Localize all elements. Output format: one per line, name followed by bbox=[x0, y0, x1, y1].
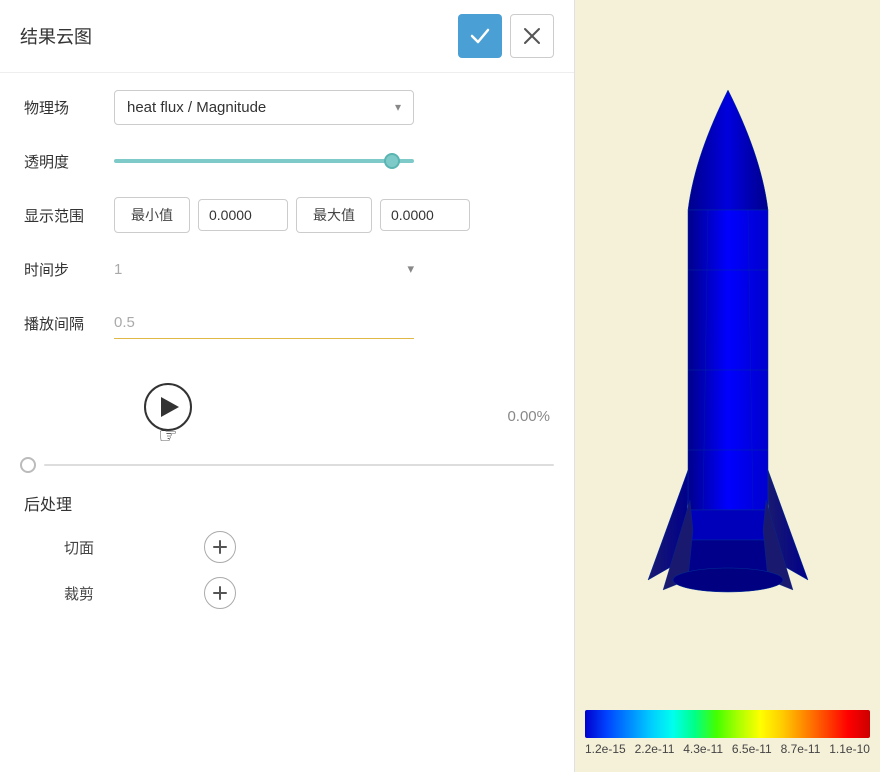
color-label-0: 1.2e-15 bbox=[585, 742, 626, 756]
min-value-input[interactable] bbox=[198, 199, 288, 231]
section-row: 切面 bbox=[24, 531, 550, 563]
physics-field-row: 物理场 heat flux / Magnitude ▾ bbox=[24, 89, 550, 125]
transparency-label: 透明度 bbox=[24, 151, 114, 172]
physics-field-label: 物理场 bbox=[24, 97, 114, 118]
panel-header: 结果云图 bbox=[0, 0, 574, 73]
display-range-content: 最小值 最大值 bbox=[114, 197, 550, 233]
panel-title: 结果云图 bbox=[20, 23, 92, 49]
time-step-value: 1 bbox=[114, 261, 122, 278]
header-buttons bbox=[458, 14, 554, 58]
progress-row bbox=[0, 457, 574, 473]
physics-field-dropdown[interactable]: heat flux / Magnitude ▾ bbox=[114, 90, 414, 125]
progress-track bbox=[44, 464, 554, 466]
time-step-content: 1 ▾ bbox=[114, 261, 550, 278]
interval-label: 播放间隔 bbox=[24, 313, 114, 334]
progress-circle-indicator bbox=[20, 457, 36, 473]
clip-label: 裁剪 bbox=[64, 583, 144, 604]
max-value-input[interactable] bbox=[380, 199, 470, 231]
right-panel: 1.2e-15 2.2e-11 4.3e-11 6.5e-11 8.7e-11 … bbox=[575, 0, 880, 772]
interval-row: 播放间隔 bbox=[24, 305, 550, 341]
interval-content bbox=[114, 307, 550, 339]
color-gradient-bar bbox=[585, 710, 870, 738]
color-label-1: 2.2e-11 bbox=[635, 742, 675, 756]
color-bar-section: 1.2e-15 2.2e-11 4.3e-11 6.5e-11 8.7e-11 … bbox=[575, 700, 880, 772]
color-labels: 1.2e-15 2.2e-11 4.3e-11 6.5e-11 8.7e-11 … bbox=[585, 738, 870, 756]
time-step-chevron-icon: ▾ bbox=[407, 261, 414, 277]
time-step-label: 时间步 bbox=[24, 259, 114, 280]
section-label: 切面 bbox=[64, 537, 144, 558]
rocket-3d-view bbox=[628, 70, 828, 630]
play-icon bbox=[161, 397, 179, 417]
transparency-row: 透明度 bbox=[24, 143, 550, 179]
play-button[interactable]: ☞ bbox=[144, 383, 192, 449]
clip-add-button[interactable] bbox=[204, 577, 236, 609]
color-label-5: 1.1e-10 bbox=[829, 742, 870, 756]
interval-input[interactable] bbox=[114, 307, 414, 339]
time-step-container[interactable]: 1 ▾ bbox=[114, 261, 414, 278]
max-value-button[interactable]: 最大值 bbox=[296, 197, 372, 233]
plus-icon bbox=[212, 539, 228, 555]
progress-percent: 0.00% bbox=[507, 408, 550, 425]
display-range-row: 显示范围 最小值 最大值 bbox=[24, 197, 550, 233]
left-panel: 结果云图 物理场 bbox=[0, 0, 575, 772]
color-label-4: 8.7e-11 bbox=[781, 742, 821, 756]
range-container: 最小值 最大值 bbox=[114, 197, 470, 233]
transparency-content bbox=[114, 159, 550, 163]
clip-row: 裁剪 bbox=[24, 577, 550, 609]
physics-field-value: heat flux / Magnitude bbox=[127, 99, 266, 116]
checkmark-icon bbox=[469, 25, 491, 47]
close-icon bbox=[523, 27, 541, 45]
min-value-button[interactable]: 最小值 bbox=[114, 197, 190, 233]
physics-field-content: heat flux / Magnitude ▾ bbox=[114, 90, 550, 125]
display-range-label: 显示范围 bbox=[24, 205, 114, 226]
rocket-container bbox=[575, 0, 880, 700]
form-section: 物理场 heat flux / Magnitude ▾ 透明度 显示范围 bbox=[0, 73, 574, 375]
play-area: ☞ 0.00% bbox=[0, 375, 574, 457]
post-processing-section: 后处理 切面 裁剪 bbox=[0, 481, 574, 633]
confirm-button[interactable] bbox=[458, 14, 502, 58]
time-step-row: 时间步 1 ▾ bbox=[24, 251, 550, 287]
transparency-slider[interactable] bbox=[114, 159, 414, 163]
color-label-3: 6.5e-11 bbox=[732, 742, 772, 756]
section-add-button[interactable] bbox=[204, 531, 236, 563]
plus-icon bbox=[212, 585, 228, 601]
cursor-hand-icon: ☞ bbox=[158, 423, 178, 449]
color-label-2: 4.3e-11 bbox=[683, 742, 723, 756]
chevron-down-icon: ▾ bbox=[395, 100, 401, 114]
close-button[interactable] bbox=[510, 14, 554, 58]
post-processing-title: 后处理 bbox=[24, 491, 550, 515]
progress-bar-container bbox=[20, 457, 554, 473]
